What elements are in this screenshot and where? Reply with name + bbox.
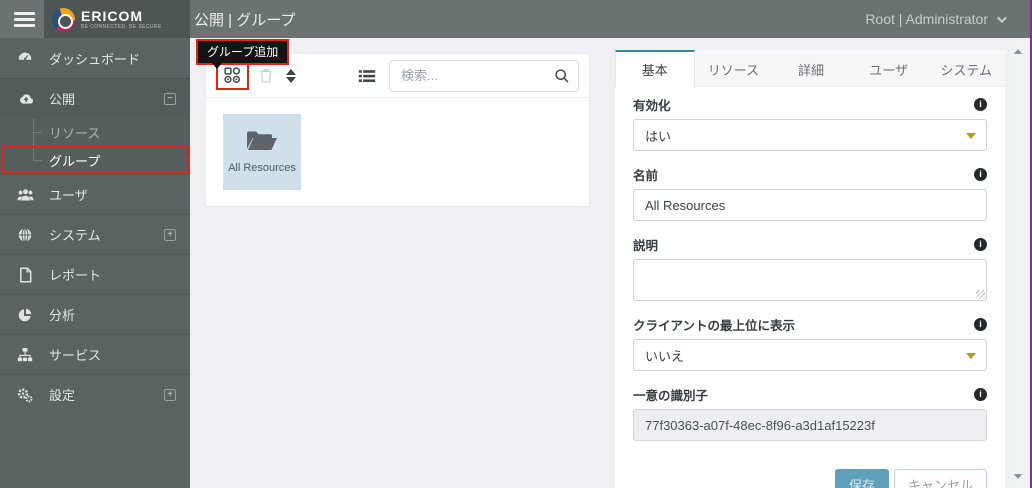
info-icon[interactable]: [974, 97, 987, 111]
dashboard-gauge-icon: [16, 50, 34, 66]
gears-icon: [16, 387, 34, 403]
info-icon[interactable]: [974, 317, 987, 331]
tab-system[interactable]: システム: [927, 50, 1005, 86]
name-input[interactable]: [633, 189, 987, 221]
expand-icon[interactable]: [164, 228, 176, 241]
ericom-logo-icon: [52, 7, 75, 31]
collapse-icon[interactable]: [164, 92, 176, 105]
page-title: 公開 | グループ: [194, 11, 296, 29]
sidebar-item-system[interactable]: システム: [0, 214, 190, 254]
add-group-button[interactable]: [224, 67, 241, 84]
info-icon[interactable]: [974, 237, 987, 251]
group-tile-label: All Resources: [228, 162, 296, 174]
brand-tagline: BE CONNECTED. BE SECURE: [81, 23, 162, 30]
save-button[interactable]: 保存: [834, 469, 889, 488]
detail-form: 有効化 はい 名前 説明: [615, 87, 1005, 488]
hamburger-menu-icon[interactable]: [4, 0, 44, 38]
pie-chart-icon: [16, 307, 34, 323]
cloud-upload-icon: [16, 91, 34, 106]
list-view-button[interactable]: [358, 69, 376, 83]
app-window: ERICOM BE CONNECTED. BE SECURE 公開 | グループ…: [0, 0, 1032, 488]
field-label: 名前: [633, 168, 659, 183]
sidebar-item-label: ダッシュボード: [49, 51, 141, 67]
detail-tabbar: 基本 リソース 詳細 ユーザ システム: [615, 50, 1005, 87]
sidebar-item-label: 分析: [49, 308, 76, 323]
sidebar-item-label: 公開: [49, 92, 76, 107]
search-box: [389, 59, 579, 92]
cancel-button[interactable]: キャンセル: [893, 469, 987, 488]
delete-group-button[interactable]: [259, 67, 273, 84]
tab-basic[interactable]: 基本: [615, 50, 695, 87]
sidebar-item-label: リソース: [49, 125, 101, 141]
sidebar-item-label: サービス: [49, 348, 102, 363]
search-icon[interactable]: [554, 68, 570, 89]
brand-logo: ERICOM BE CONNECTED. BE SECURE: [44, 0, 190, 38]
caret-down-icon: [966, 133, 976, 139]
form-buttons: 保存 キャンセル: [633, 469, 987, 488]
field-name: 名前: [633, 165, 987, 221]
groups-list-panel: All Resources: [205, 53, 590, 207]
folder-icon: [247, 131, 277, 150]
description-textarea[interactable]: [633, 259, 987, 301]
chevron-down-icon: [996, 12, 1007, 23]
globe-icon: [16, 227, 34, 243]
field-label: 有効化: [633, 98, 671, 113]
sidebar-item-users[interactable]: ユーザ: [0, 174, 190, 214]
sidebar-item-label: システム: [49, 228, 101, 243]
field-show-on-client-top: クライアントの最上位に表示 いいえ: [633, 315, 987, 371]
scroll-up-icon[interactable]: [1014, 49, 1022, 54]
caret-down-icon: [966, 353, 976, 359]
show-on-client-top-select[interactable]: いいえ: [633, 339, 987, 371]
users-icon: [16, 187, 34, 202]
sidebar-item-resources[interactable]: リソース: [0, 118, 190, 146]
field-description: 説明: [633, 235, 987, 301]
sidebar-item-reports[interactable]: レポート: [0, 254, 190, 294]
user-menu-label: Root | Administrator: [865, 11, 988, 27]
show-on-client-top-value: いいえ: [645, 348, 685, 364]
field-label: 説明: [633, 238, 659, 253]
unique-id-input: [633, 409, 987, 441]
info-icon[interactable]: [974, 167, 987, 181]
field-enabled: 有効化 はい: [633, 95, 987, 151]
sort-up-icon: [286, 68, 296, 75]
sitemap-icon: [16, 347, 34, 362]
sidebar-item-label: ユーザ: [49, 188, 88, 203]
sidebar-item-label: レポート: [49, 268, 102, 283]
sidebar-item-label: 設定: [49, 388, 76, 403]
group-detail-panel: 基本 リソース 詳細 ユーザ システム 有効化 はい 名前: [615, 50, 1005, 488]
search-input[interactable]: [389, 59, 579, 92]
sort-down-icon: [286, 76, 296, 83]
vertical-scrollbar[interactable]: [1010, 40, 1026, 486]
sidebar-item-groups[interactable]: グループ: [0, 146, 190, 174]
scroll-down-icon[interactable]: [1014, 474, 1022, 479]
sidebar-item-settings[interactable]: 設定: [0, 374, 190, 414]
tab-users[interactable]: ユーザ: [850, 50, 928, 86]
sidebar: ダッシュボード 公開 リソース グループ ユーザ システム: [0, 38, 190, 488]
sidebar-item-publish[interactable]: 公開: [0, 78, 190, 118]
sidebar-item-services[interactable]: サービス: [0, 334, 190, 374]
field-label: クライアントの最上位に表示: [633, 318, 796, 333]
sidebar-item-analysis[interactable]: 分析: [0, 294, 190, 334]
brand-name: ERICOM: [81, 7, 143, 24]
enabled-select-value: はい: [645, 128, 672, 144]
tab-resources[interactable]: リソース: [695, 50, 773, 86]
field-unique-id: 一意の識別子: [633, 385, 987, 441]
info-icon[interactable]: [974, 387, 987, 401]
add-group-grid-icon: [224, 67, 241, 84]
add-group-tooltip: グループ追加: [196, 39, 290, 69]
group-tile-all-resources[interactable]: All Resources: [223, 114, 301, 190]
expand-icon[interactable]: [164, 388, 176, 401]
report-file-icon: [16, 266, 34, 283]
list-view-icon: [358, 69, 376, 82]
sidebar-item-dashboard[interactable]: ダッシュボード: [0, 38, 190, 78]
user-menu[interactable]: Root | Administrator: [865, 11, 1007, 27]
enabled-select[interactable]: はい: [633, 119, 987, 151]
field-label: 一意の識別子: [633, 388, 709, 403]
tab-details[interactable]: 詳細: [772, 50, 850, 86]
resize-grip-icon[interactable]: [976, 290, 985, 299]
sidebar-item-label: グループ: [49, 153, 101, 169]
top-header: ERICOM BE CONNECTED. BE SECURE 公開 | グループ…: [0, 0, 1032, 38]
sort-button[interactable]: [286, 68, 296, 83]
trash-icon: [260, 69, 272, 83]
